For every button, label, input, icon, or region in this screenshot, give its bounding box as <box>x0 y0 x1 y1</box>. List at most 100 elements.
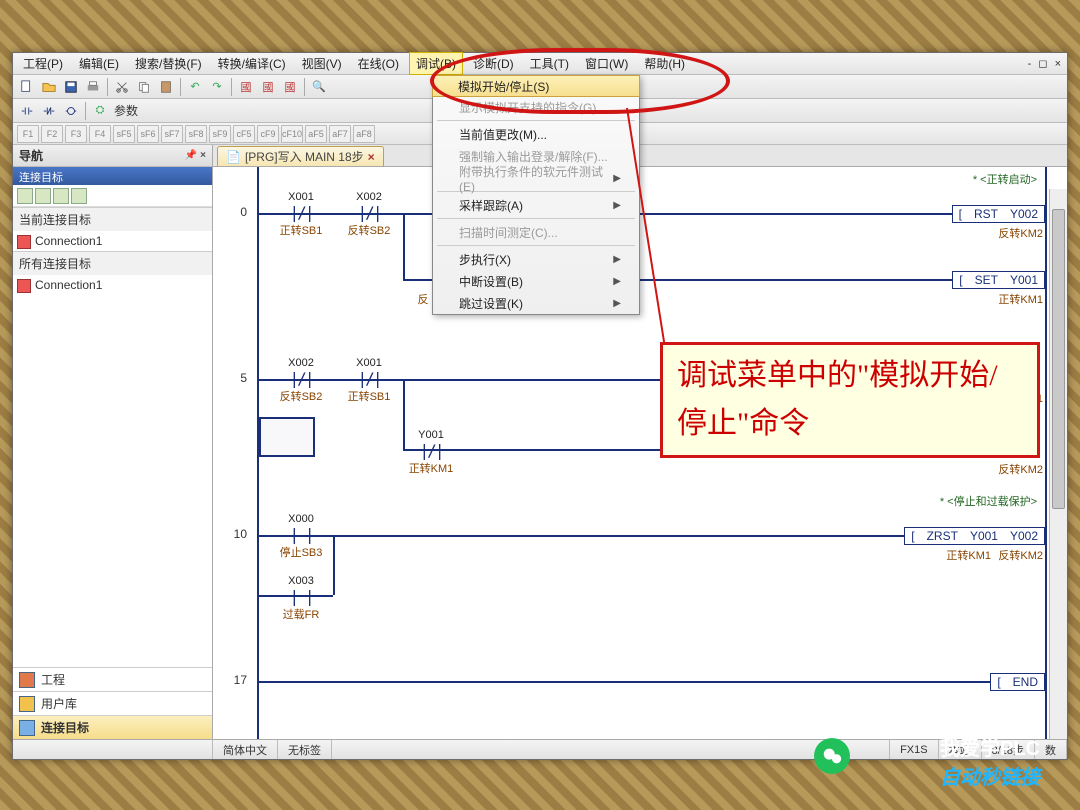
convert2-icon[interactable]: 國 <box>258 77 278 97</box>
contact-x001b[interactable]: X001 |/| 正转SB1 <box>341 357 397 404</box>
redo-icon[interactable]: ↷ <box>207 77 227 97</box>
status-label: 无标签 <box>278 740 332 759</box>
convert-icon[interactable]: 國 <box>236 77 256 97</box>
cut-icon[interactable] <box>112 77 132 97</box>
tab-label: [PRG]写入 MAIN 18步 <box>245 148 364 165</box>
view3-icon[interactable] <box>53 188 69 204</box>
menu-project[interactable]: 工程(P) <box>17 53 69 74</box>
af5-icon[interactable]: aF5 <box>305 125 327 143</box>
copy-icon[interactable] <box>134 77 154 97</box>
save-icon[interactable] <box>61 77 81 97</box>
annotation-text: 调试菜单中的"模拟开始/停止"命令 <box>677 352 1023 448</box>
menu-search[interactable]: 搜索/替换(F) <box>129 53 208 74</box>
convert3-icon[interactable]: 國 <box>280 77 300 97</box>
menu-edit[interactable]: 编辑(E) <box>73 53 125 74</box>
f3-icon[interactable]: F3 <box>65 125 87 143</box>
f8-icon[interactable]: sF8 <box>185 125 207 143</box>
mi-step-exec[interactable]: 步执行(X)▶ <box>433 248 639 270</box>
f4-icon[interactable]: F4 <box>89 125 111 143</box>
section-current-hd: 当前连接目标 <box>13 208 212 231</box>
zoom-icon[interactable]: 🔍 <box>309 77 329 97</box>
connection-icon <box>19 720 35 736</box>
connection-item-2[interactable]: Connection1 <box>13 275 212 295</box>
mi-break[interactable]: 中断设置(B)▶ <box>433 270 639 292</box>
tab-main[interactable]: 📄 [PRG]写入 MAIN 18步 × <box>217 146 384 166</box>
watermark-line2: 自动秒链接 <box>940 761 1040 790</box>
menu-window[interactable]: 窗口(W) <box>579 53 634 74</box>
contact-no-icon[interactable] <box>17 101 37 121</box>
menu-help[interactable]: 帮助(H) <box>638 53 691 74</box>
out-rst-y002[interactable]: [RST Y002 <box>952 205 1045 223</box>
sidecat-project[interactable]: 工程 <box>13 667 212 691</box>
param-icon[interactable]: ⛭ <box>90 101 110 121</box>
outlabel-1: 正转KM1 <box>998 291 1043 307</box>
window-controls[interactable]: - ◻ × <box>1028 57 1063 70</box>
section-all-hd: 所有连接目标 <box>13 252 212 275</box>
coil-icon[interactable] <box>61 101 81 121</box>
rung-comment-5: * <停止和过载保护> <box>940 493 1037 509</box>
contact-x002[interactable]: X002 |/| 反转SB2 <box>341 191 397 238</box>
view2-icon[interactable] <box>35 188 51 204</box>
f7-icon[interactable]: sF7 <box>161 125 183 143</box>
pin-icon[interactable]: 📌 × <box>185 150 206 161</box>
connection-item-1[interactable]: Connection1 <box>13 231 212 251</box>
mi-scan-time[interactable]: 扫描时间测定(C)... <box>433 221 639 243</box>
sidecat-connection[interactable]: 连接目标 <box>13 715 212 739</box>
out-set-y001[interactable]: [SET Y001 <box>952 271 1045 289</box>
menu-tools[interactable]: 工具(T) <box>524 53 575 74</box>
af7-icon[interactable]: aF7 <box>329 125 351 143</box>
menubar: 工程(P) 编辑(E) 搜索/替换(F) 转换/编译(C) 视图(V) 在线(O… <box>13 53 1067 75</box>
contact-x002b[interactable]: X002 |/| 反转SB2 <box>273 357 329 404</box>
menu-convert[interactable]: 转换/编译(C) <box>212 53 292 74</box>
mi-skip[interactable]: 跳过设置(K)▶ <box>433 292 639 314</box>
view1-icon[interactable] <box>17 188 33 204</box>
section-current: 当前连接目标 Connection1 <box>13 207 212 251</box>
outlabel-4b: 反转KM2 <box>998 547 1043 563</box>
vertical-scrollbar[interactable] <box>1049 189 1067 739</box>
f6-icon[interactable]: sF6 <box>137 125 159 143</box>
print-icon[interactable] <box>83 77 103 97</box>
f2-icon[interactable]: F2 <box>41 125 63 143</box>
mi-sample-trace[interactable]: 采样跟踪(A)▶ <box>433 194 639 216</box>
cf9-icon[interactable]: cF9 <box>257 125 279 143</box>
menu-debug[interactable]: 调试(B) <box>409 52 463 75</box>
view4-icon[interactable] <box>71 188 87 204</box>
f9-icon[interactable]: sF9 <box>209 125 231 143</box>
menu-diagnose[interactable]: 诊断(D) <box>467 53 520 74</box>
f1-icon[interactable]: F1 <box>17 125 39 143</box>
new-icon[interactable] <box>17 77 37 97</box>
paste-icon[interactable] <box>156 77 176 97</box>
mi-device-test[interactable]: 附带执行条件的软元件测试(E)▶ <box>433 167 639 189</box>
undo-icon[interactable]: ↶ <box>185 77 205 97</box>
debug-dropdown: 模拟开始/停止(S) 显示模拟开支持的指令(G) 当前值更改(M)... 强制输… <box>432 75 640 315</box>
wechat-icon <box>814 738 850 774</box>
f5-icon[interactable]: sF5 <box>113 125 135 143</box>
selection-box <box>259 417 315 457</box>
status-spacer <box>332 740 890 759</box>
status-plc: FX1S <box>890 740 939 759</box>
status-lang: 简体中文 <box>213 740 278 759</box>
contact-y001[interactable]: Y001 |/| 正转KM1 <box>403 429 459 476</box>
userlib-icon <box>19 696 35 712</box>
open-icon[interactable] <box>39 77 59 97</box>
out-zrst[interactable]: [ZRST Y001 Y002 <box>904 527 1045 545</box>
cf5-icon[interactable]: cF5 <box>233 125 255 143</box>
mi-change-value[interactable]: 当前值更改(M)... <box>433 123 639 145</box>
outlabel-0: 反转KM2 <box>998 225 1043 241</box>
contact-x000[interactable]: X000 | | 停止SB3 <box>273 513 329 560</box>
contact-x003[interactable]: X003 | | 过载FR <box>273 575 329 622</box>
mi-sim-start-stop[interactable]: 模拟开始/停止(S) <box>432 75 640 97</box>
tab-close-icon[interactable]: × <box>368 150 375 164</box>
sidecat-userlib[interactable]: 用户库 <box>13 691 212 715</box>
contact-nc-icon[interactable] <box>39 101 59 121</box>
menu-view[interactable]: 视图(V) <box>296 53 348 74</box>
out-end: [END <box>990 673 1045 691</box>
menu-online[interactable]: 在线(O) <box>352 53 405 74</box>
rung-comment-0: * <正转启动> <box>973 171 1037 187</box>
watermark: 我爱学PLC 自动秒链接 <box>940 732 1040 790</box>
mi-show-unsupported[interactable]: 显示模拟开支持的指令(G) <box>433 96 639 118</box>
contact-x001[interactable]: X001 |/| 正转SB1 <box>273 191 329 238</box>
af8-icon[interactable]: aF8 <box>353 125 375 143</box>
cf10-icon[interactable]: cF10 <box>281 125 303 143</box>
sidebar-subtitle: 连接目标 <box>13 167 212 185</box>
